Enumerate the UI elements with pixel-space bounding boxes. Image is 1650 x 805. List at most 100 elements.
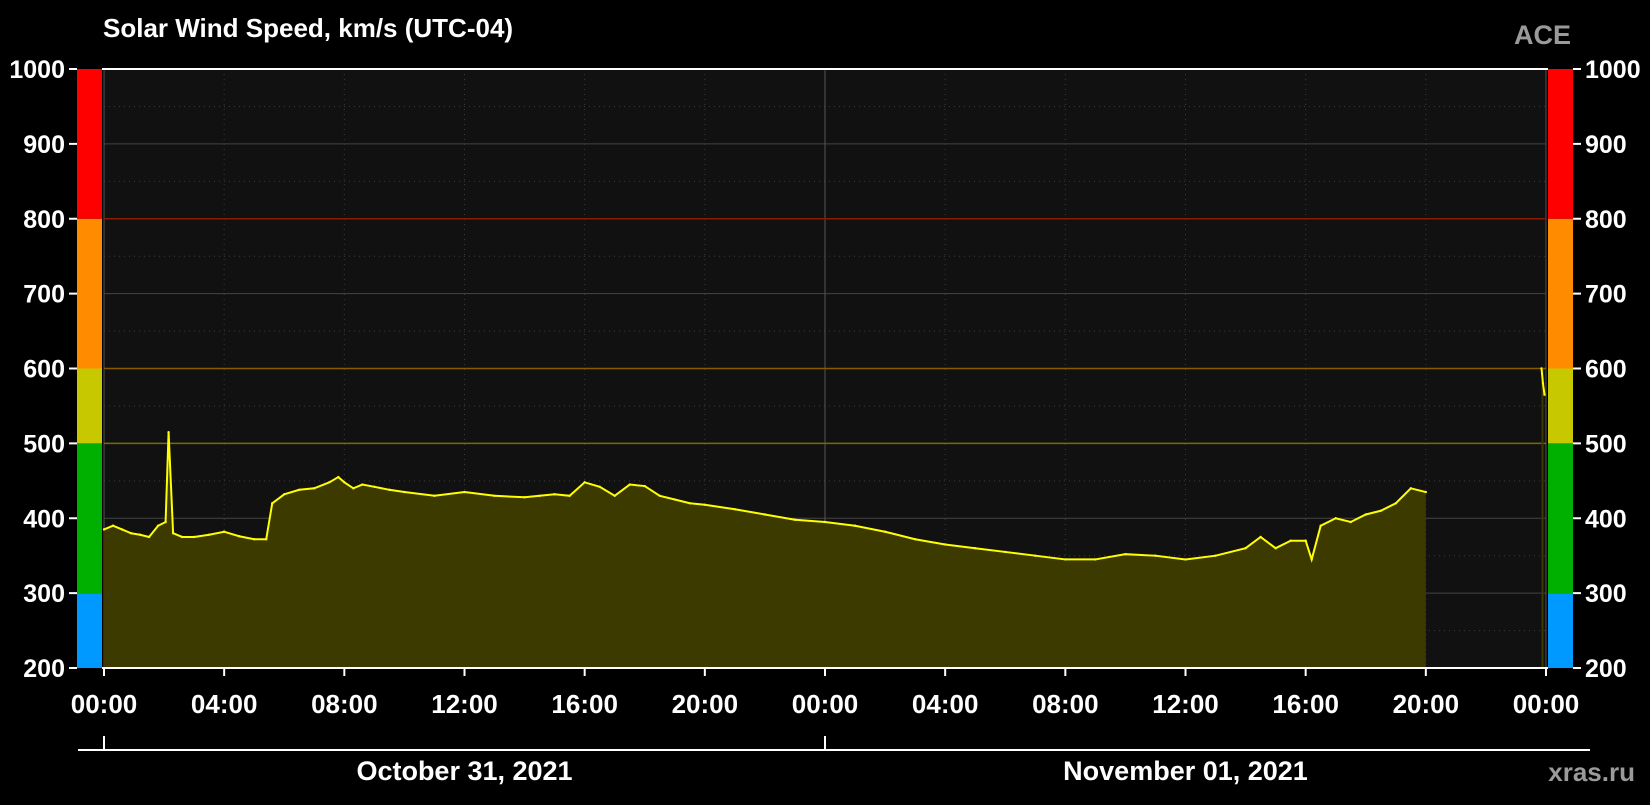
data-point (1034, 554, 1037, 557)
data-point (733, 508, 737, 511)
scale-band (77, 69, 102, 219)
data-point (523, 496, 526, 499)
data-point (493, 494, 496, 497)
credit-label: xras.ru (1548, 757, 1635, 787)
x-tick-label: 04:00 (912, 689, 979, 719)
data-point (171, 532, 175, 535)
data-point (1364, 513, 1367, 516)
data-point (1394, 502, 1397, 505)
y-tick-label-right: 700 (1585, 281, 1627, 309)
solar-wind-chart: 200 200 300 300 400 400 500 500 600 600 700 700 800 8… (0, 0, 1650, 800)
data-point (1124, 552, 1127, 556)
data-point (1289, 539, 1292, 542)
data-point (463, 490, 466, 494)
data-point (433, 494, 436, 497)
y-tick-label-left: 400 (23, 505, 65, 533)
series-area (1541, 368, 1544, 668)
x-tick-label: 00:00 (1513, 689, 1580, 719)
data-point (1004, 550, 1007, 554)
x-tick-label: 20:00 (672, 689, 739, 719)
y-tick-label-right: 600 (1585, 356, 1627, 384)
data-point (1409, 487, 1413, 490)
data-point (1424, 490, 1428, 494)
data-point (1310, 558, 1313, 561)
data-point (823, 520, 827, 524)
data-point (180, 535, 184, 539)
y-tick-label-left: 900 (23, 131, 65, 159)
data-point (1214, 554, 1217, 557)
data-point (1259, 535, 1262, 539)
x-tick-label: 12:00 (1152, 689, 1219, 719)
scale-band (1548, 69, 1573, 219)
x-tick-label: 00:00 (71, 689, 138, 719)
data-point (192, 535, 196, 539)
x-tick-label: 12:00 (431, 689, 498, 719)
data-point (111, 524, 115, 527)
data-point (658, 494, 661, 497)
data-point (613, 494, 616, 497)
data-point (1541, 382, 1545, 385)
y-tick-label-right: 400 (1585, 505, 1627, 533)
data-point (1094, 558, 1097, 561)
x-tick-label: 08:00 (311, 689, 378, 719)
data-point (283, 493, 286, 496)
data-point (628, 483, 631, 486)
scale-band (77, 368, 102, 444)
data-point (1319, 524, 1322, 527)
data-point (538, 494, 541, 497)
scale-band (77, 593, 102, 668)
data-point (102, 528, 106, 531)
data-point (207, 533, 211, 536)
data-point (1064, 558, 1067, 561)
scale-band (1548, 593, 1573, 668)
x-tick-label: 08:00 (1032, 689, 1099, 719)
y-tick-label-left: 500 (23, 430, 65, 458)
data-point (129, 532, 133, 535)
data-point (1379, 509, 1382, 512)
left-color-scale (77, 69, 102, 668)
data-point (943, 543, 947, 546)
data-point (688, 502, 692, 505)
y-tick-label-left: 600 (23, 356, 65, 384)
scale-band (1548, 443, 1573, 594)
y-tick-label-right: 900 (1585, 131, 1627, 159)
data-point (583, 481, 586, 484)
y-tick-label-left: 200 (23, 655, 65, 683)
scale-band (1548, 218, 1573, 369)
data-point (1304, 539, 1307, 542)
data-point (403, 490, 406, 494)
data-point (237, 535, 241, 538)
data-point (1184, 558, 1187, 561)
date-label: November 01, 2021 (1063, 756, 1308, 786)
data-point (222, 530, 226, 533)
data-point (271, 502, 274, 505)
data-point (164, 520, 167, 524)
data-point (1349, 520, 1352, 524)
data-point (1540, 367, 1543, 370)
data-point (167, 430, 170, 434)
data-point (298, 488, 301, 491)
x-tick-label: 16:00 (1272, 689, 1339, 719)
data-point (373, 485, 376, 489)
data-point (361, 483, 364, 486)
x-tick-label: 00:00 (792, 689, 859, 719)
y-tick-label-left: 300 (23, 580, 65, 608)
y-tick-label-left: 800 (23, 206, 65, 234)
y-tick-label-right: 500 (1585, 430, 1627, 458)
data-point (1274, 547, 1277, 550)
y-tick-label-left: 1000 (9, 56, 65, 84)
data-point (1244, 547, 1247, 550)
y-tick-label-right: 1000 (1585, 56, 1641, 84)
data-point (313, 487, 316, 490)
y-tick-label-left: 700 (23, 281, 65, 309)
data-point (120, 528, 124, 531)
data-point (1543, 393, 1546, 396)
data-point (763, 513, 767, 516)
data-point (337, 475, 340, 479)
right-color-scale (1548, 69, 1573, 668)
x-tick-label: 16:00 (551, 689, 618, 719)
date-label: October 31, 2021 (356, 756, 572, 786)
data-point (673, 498, 676, 501)
data-point (703, 503, 707, 506)
data-point (147, 535, 151, 539)
